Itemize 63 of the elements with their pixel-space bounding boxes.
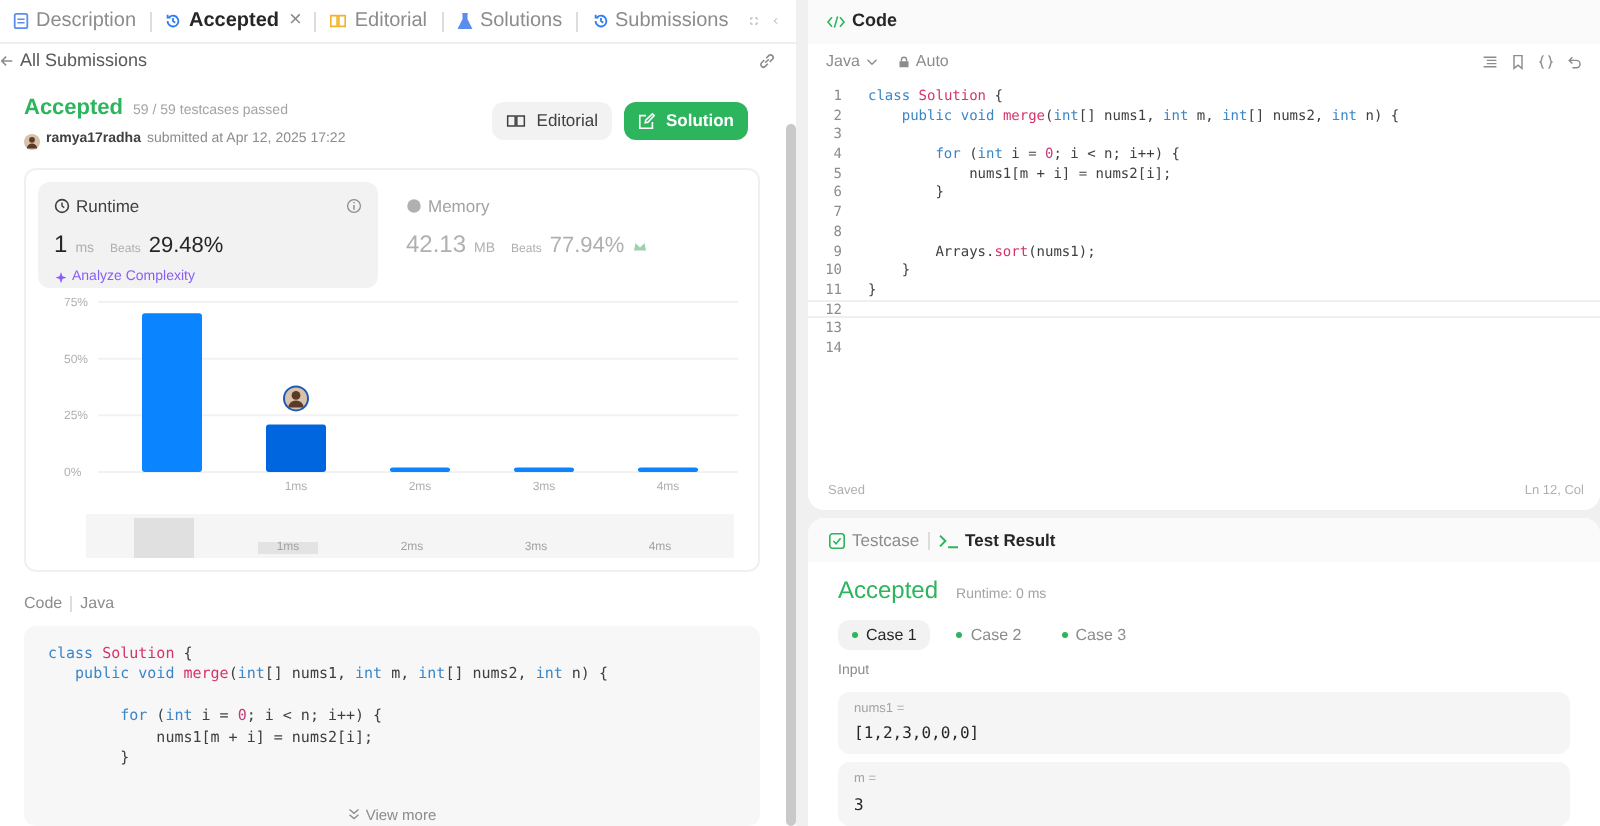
clock-icon [54, 198, 70, 215]
bar[interactable] [638, 466, 698, 472]
bar[interactable] [514, 466, 574, 472]
history-icon [164, 12, 183, 30]
metric-value: 1 [54, 227, 68, 261]
metric-title: Runtime [76, 193, 140, 219]
braces-icon [1538, 53, 1554, 69]
flask-icon [455, 12, 474, 30]
case-tab[interactable]: Case 2 [942, 620, 1036, 650]
bar[interactable] [266, 423, 326, 472]
bookmark-icon [1510, 53, 1526, 69]
checkbox-icon [828, 531, 846, 549]
panel-title: Code [852, 8, 897, 35]
collapse-icon [772, 12, 781, 30]
language-dropdown[interactable]: Java [826, 49, 878, 73]
undo-icon [1566, 53, 1582, 69]
format-icon [1482, 53, 1498, 69]
avatar-marker [283, 384, 309, 411]
close-button[interactable]: × [286, 10, 304, 32]
tab[interactable]: Test Result [937, 527, 1056, 553]
tab[interactable]: Solutions [451, 3, 567, 39]
tab[interactable]: Testcase [828, 527, 920, 553]
solution-button[interactable]: Solution [624, 102, 748, 141]
code-icon [826, 14, 846, 30]
tab[interactable]: Accepted [160, 3, 283, 39]
avatar-icon [24, 133, 40, 149]
terminal-icon [937, 531, 960, 549]
editorial-button[interactable]: Editorial [492, 102, 612, 141]
metric-title: Memory [428, 193, 490, 219]
status-text: Accepted [24, 93, 124, 124]
book-icon [506, 112, 527, 131]
case-tab[interactable]: Case 1 [838, 620, 931, 650]
caret-icon [865, 55, 878, 67]
book-icon [328, 12, 349, 30]
scrollbar-thumb[interactable] [785, 124, 795, 826]
bar[interactable] [390, 466, 450, 472]
status-text: Accepted [838, 574, 939, 608]
back-link[interactable]: All Submissions [0, 48, 148, 76]
code-label: Code [24, 591, 63, 616]
navigator-bar [134, 517, 194, 558]
chip-icon [406, 198, 422, 215]
info-icon [346, 198, 362, 215]
history-icon [591, 12, 610, 30]
document-icon [12, 12, 30, 30]
input-value: 3 [854, 794, 866, 818]
edit-icon [638, 112, 656, 131]
beats-value: 77.94% [549, 231, 625, 261]
metric-value: 42.13 [406, 227, 467, 261]
tab[interactable]: Description [8, 3, 141, 39]
input-value: [1,2,3,0,0,0] [854, 722, 982, 747]
fullscreen-icon [750, 12, 759, 30]
beats-value: 29.48% [148, 231, 224, 261]
sparkle-icon [54, 271, 68, 286]
tab[interactable]: Editorial [324, 3, 431, 39]
tab[interactable]: Submissions [587, 3, 733, 39]
link-icon [758, 52, 776, 71]
crown-icon [632, 239, 649, 251]
chevron-down-icon [347, 808, 360, 821]
back-arrow-icon [0, 54, 14, 69]
case-tab[interactable]: Case 3 [1047, 620, 1141, 650]
language-label: Java [80, 591, 115, 616]
lock-icon [897, 55, 910, 67]
auto-mode-toggle[interactable]: Auto [897, 49, 949, 73]
